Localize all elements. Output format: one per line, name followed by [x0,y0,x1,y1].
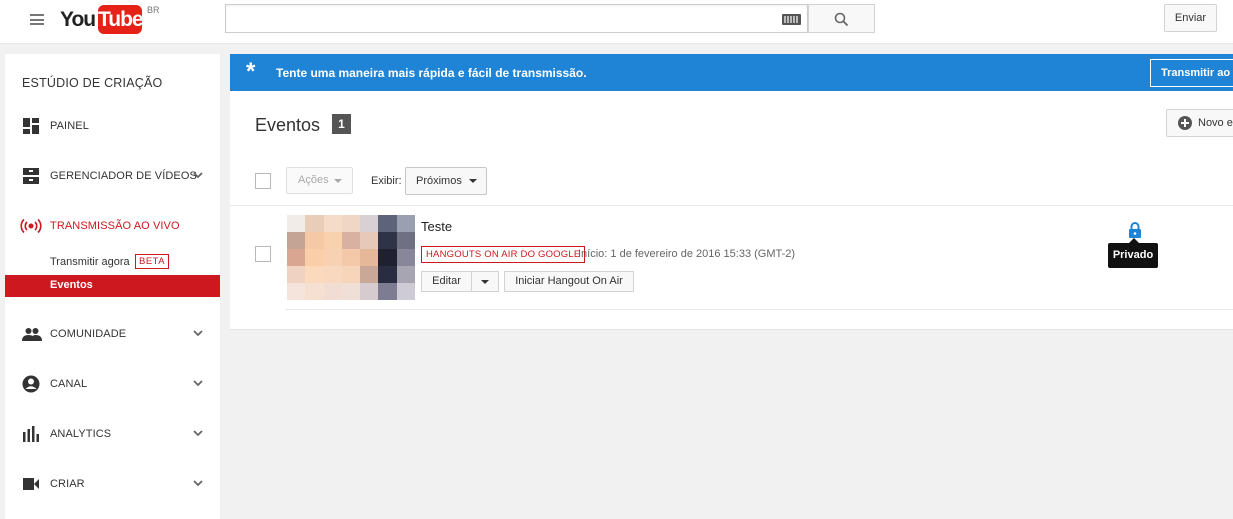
chevron-down-icon[interactable] [193,170,203,180]
asterisk-icon: * [246,58,256,85]
sidebar-item-label: CRIAR [50,478,85,490]
sidebar-item-create[interactable]: CRIAR [5,469,220,499]
dashboard-icon [23,118,39,134]
show-filter-value: Próximos [416,175,462,187]
chevron-down-icon[interactable] [193,328,203,338]
divider [285,309,1233,310]
menu-icon[interactable] [30,14,44,25]
hangouts-badge: HANGOUTS ON AIR DO GOOGLE [421,246,586,263]
chevron-down-icon[interactable] [193,378,203,388]
caret-down-icon [469,179,477,183]
beta-badge: BETA [135,254,170,269]
sidebar-item-channel[interactable]: CANAL [5,369,220,399]
sidebar-item-label: PAINEL [50,120,89,132]
community-icon [22,328,42,341]
promo-banner: * Tente uma maneira mais rápida e fácil … [230,54,1233,91]
sidebar-item-label: ANALYTICS [50,428,112,440]
events-panel: Eventos 1 Novo evento Ações Exibir: Próx… [230,91,1233,330]
analytics-icon [23,426,39,442]
sidebar-item-painel[interactable]: PAINEL [5,111,220,141]
caret-down-icon [481,280,489,284]
keyboard-icon[interactable] [782,14,801,25]
sidebar-item-live[interactable]: TRANSMISSÃO AO VIVO [5,211,220,241]
search-button[interactable] [808,4,875,33]
privacy-tooltip: Privado [1108,238,1158,268]
stream-now-button[interactable]: Transmitir ao vivo [1150,59,1233,87]
search-icon [834,12,849,27]
sidebar-item-label: TRANSMISSÃO AO VIVO [50,220,180,232]
channel-icon [22,375,40,393]
start-hangout-button[interactable]: Iniciar Hangout On Air [504,271,634,292]
search-box [225,4,808,33]
create-icon [23,478,39,490]
new-event-label: Novo evento [1198,117,1233,129]
row-checkbox[interactable] [255,246,271,262]
plus-circle-icon [1178,116,1192,130]
sidebar-subitem-label: Transmitir agora [50,256,130,268]
sidebar-item-label: COMUNIDADE [50,328,127,340]
banner-text: Tente uma maneira mais rápida e fácil de… [276,66,587,80]
sidebar-item-analytics[interactable]: ANALYTICS [5,419,220,449]
actions-label: Ações [298,174,329,186]
sidebar-item-label: GERENCIADOR DE VÍDEOS [50,170,197,182]
event-start-time: Início: 1 de fevereiro de 2016 15:33 (GM… [578,248,796,260]
event-title-link[interactable]: Teste [421,219,452,234]
masthead: You Tube BR Enviar [0,0,1233,44]
event-thumbnail[interactable] [287,215,415,300]
new-event-button[interactable]: Novo evento [1166,109,1233,137]
page-title: Eventos [255,115,321,135]
show-filter-label: Exibir: [371,175,402,187]
upload-button[interactable]: Enviar [1164,4,1217,32]
actions-dropdown[interactable]: Ações [286,167,353,194]
live-broadcast-icon [20,218,42,234]
search-input[interactable] [226,5,766,32]
sidebar-subitem-label: Eventos [50,279,93,291]
events-count-badge: 1 [332,114,351,134]
sidebar-item-community[interactable]: COMUNIDADE [5,319,220,349]
studio-sidebar: ESTÚDIO DE CRIAÇÃO PAINEL GERENCIADOR DE… [5,54,220,519]
studio-title: ESTÚDIO DE CRIAÇÃO [22,76,163,90]
divider [230,205,1233,206]
edit-button[interactable]: Editar [421,271,472,292]
logo-you-text: You [60,8,96,31]
logo-tube-text: Tube [98,5,144,34]
sidebar-item-label: CANAL [50,378,88,390]
edit-dropdown-button[interactable] [471,271,499,292]
show-filter-dropdown[interactable]: Próximos [405,167,487,195]
sidebar-subitem-stream-now[interactable]: Transmitir agora BETA [5,252,220,274]
sidebar-item-video-manager[interactable]: GERENCIADOR DE VÍDEOS [5,161,220,191]
lock-icon[interactable] [1128,222,1142,238]
chevron-down-icon[interactable] [193,478,203,488]
logo-region: BR [147,5,160,15]
sidebar-subitem-events[interactable]: Eventos [5,275,220,297]
video-manager-icon [23,168,39,184]
chevron-down-icon[interactable] [193,428,203,438]
caret-down-icon [334,179,342,183]
select-all-checkbox[interactable] [255,173,271,189]
